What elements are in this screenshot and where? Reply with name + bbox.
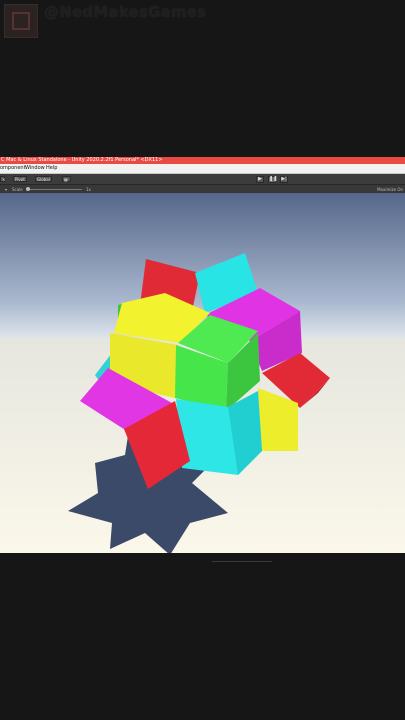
editor-toolbar: ✕ Pivot Global ▦ ▶ ❚❚ ▶|	[0, 174, 405, 184]
game-view-scene	[0, 193, 405, 553]
play-button[interactable]: ▶	[256, 176, 264, 183]
pause-icon: ❚❚	[269, 176, 278, 182]
play-icon: ▶	[258, 176, 262, 182]
channel-watermark: @NedMakesGames	[44, 3, 207, 21]
channel-avatar	[4, 4, 38, 38]
global-toggle[interactable]: Global	[35, 176, 52, 182]
channel-avatar-icon	[12, 12, 30, 30]
scale-label: Scale	[12, 187, 23, 192]
step-icon: ▶|	[281, 176, 287, 182]
window-title: C Mac & Linux Standalone - Unity 2020.2.…	[1, 157, 163, 163]
scale-slider-thumb[interactable]	[26, 187, 30, 191]
global-label: Global	[37, 177, 50, 182]
menu-item-help[interactable]: Help	[46, 165, 57, 172]
pivot-toggle[interactable]: Pivot	[13, 176, 27, 182]
scale-slider-track[interactable]	[28, 189, 82, 190]
maximize-on-play-toggle[interactable]: Maximize On	[377, 186, 403, 193]
menu-item-component[interactable]: omponent	[0, 165, 26, 172]
display-dropdown-icon[interactable]: ▾	[5, 186, 7, 193]
pivot-label: Pivot	[15, 177, 25, 182]
menu-bar: omponent Window Help	[0, 164, 405, 174]
unity-editor-window: C Mac & Linux Standalone - Unity 2020.2.…	[0, 157, 405, 557]
progress-divider	[212, 561, 272, 562]
step-button[interactable]: ▶|	[280, 176, 288, 183]
grid-snap-icon[interactable]: ▦	[62, 176, 71, 182]
close-tool-icon[interactable]: ✕	[0, 176, 5, 182]
pause-button[interactable]: ❚❚	[268, 176, 278, 183]
window-titlebar: C Mac & Linux Standalone - Unity 2020.2.…	[0, 157, 405, 164]
scale-value: 1x	[86, 187, 91, 192]
menu-item-window[interactable]: Window	[25, 165, 45, 172]
